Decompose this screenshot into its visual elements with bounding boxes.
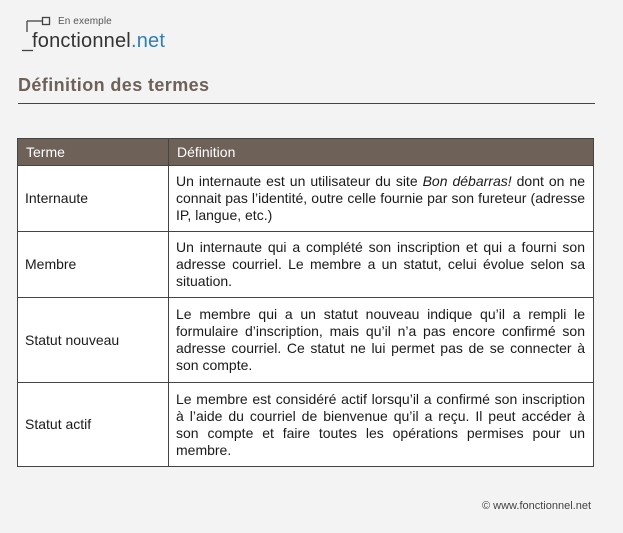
site-name-emphasis: Bon débarras! — [422, 173, 512, 189]
definition-cell: Un internaute est un utilisateur du site… — [168, 165, 594, 232]
table-row: Internaute Un internaute est un utilisat… — [17, 165, 594, 232]
table-header-row: Terme Définition — [17, 138, 594, 166]
definition-cell: Le membre qui a un statut nouveau indiqu… — [168, 297, 594, 383]
term-cell: Statut nouveau — [17, 297, 169, 383]
definition-cell: Un internaute qui a complété son inscrip… — [168, 231, 594, 298]
term-cell: Internaute — [17, 165, 169, 232]
page-title: Définition des termes — [18, 75, 210, 95]
table-row: Membre Un internaute qui a complété son … — [17, 231, 594, 298]
title-divider — [18, 103, 595, 104]
definition-cell: Le membre est considéré actif lorsqu’il … — [168, 382, 594, 467]
term-cell: Membre — [17, 231, 169, 298]
definitions-table: Terme Définition Internaute Un internaut… — [17, 138, 594, 467]
table-row: Statut actif Le membre est considéré act… — [17, 382, 594, 467]
column-header-term: Terme — [17, 138, 169, 166]
logo-word-suffix: .net — [130, 30, 166, 52]
logo-tagline: En exemple — [58, 16, 112, 27]
page: En exemple fonctionnel.net Définition de… — [0, 0, 623, 533]
table-row: Statut nouveau Le membre qui a un statut… — [17, 297, 594, 383]
definition-text: Un internaute est un utilisateur du site — [176, 173, 423, 189]
footer-copyright: © www.fonctionnel.net — [482, 500, 591, 512]
logo-word-main: fonctionnel — [32, 30, 131, 52]
term-cell: Statut actif — [17, 382, 169, 467]
logo-wordmark: fonctionnel.net — [32, 30, 165, 53]
logo: En exemple fonctionnel.net — [20, 15, 220, 55]
column-header-definition: Définition — [168, 138, 594, 166]
